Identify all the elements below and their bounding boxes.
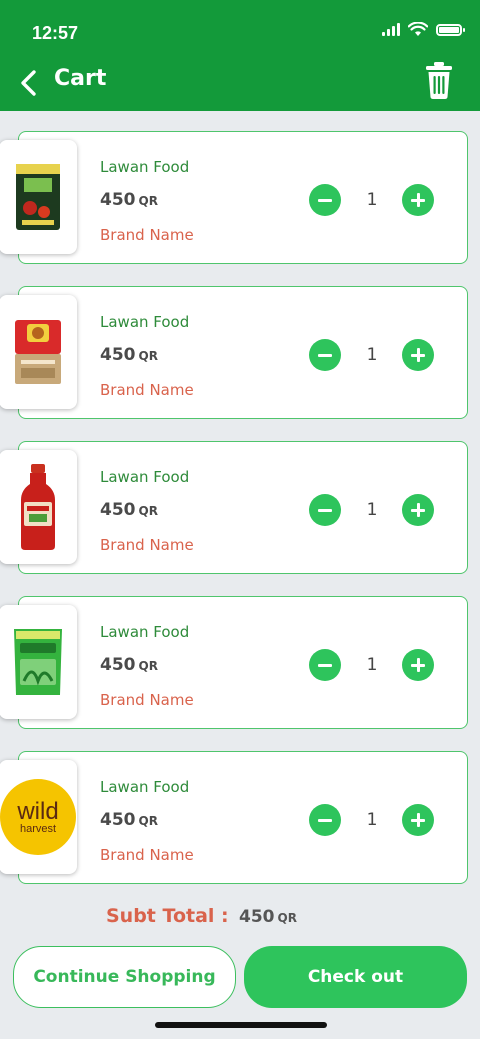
quantity-value: 1 [366,500,378,520]
quantity-value: 1 [366,345,378,365]
product-price: 450 QR [100,500,158,520]
signal-icon [382,23,400,36]
subtotal-value: 450 QR [239,907,297,927]
wifi-icon [408,22,428,36]
cart-item: Lawan Food 450 QR Brand Name 1 [0,441,468,574]
trash-icon[interactable] [424,60,454,100]
product-thumbnail[interactable] [0,605,77,719]
quantity-value: 1 [366,810,378,830]
product-name: Lawan Food [100,468,190,486]
increase-quantity-button[interactable] [402,339,434,371]
product-price: 450 QR [100,190,158,210]
decrease-quantity-button[interactable] [309,339,341,371]
decrease-quantity-button[interactable] [309,494,341,526]
back-arrow-icon[interactable] [16,68,42,98]
rice-bag-product-image [16,164,60,230]
increase-quantity-button[interactable] [402,804,434,836]
cart-item: Lawan Food 450 QR Brand Name 1 [0,131,468,264]
product-thumbnail[interactable]: wild harvest [0,760,77,874]
product-brand: Brand Name [100,226,194,244]
logo-word: harvest [19,822,57,835]
page-title: Cart [54,66,107,91]
app-header: 12:57 Cart [0,0,480,111]
subtotal-label: Subt Total : [106,905,229,927]
decrease-quantity-button[interactable] [309,649,341,681]
product-name: Lawan Food [100,778,190,796]
battery-icon [436,23,465,36]
product-name: Lawan Food [100,623,190,641]
product-brand: Brand Name [100,536,194,554]
wild-harvest-logo-image: wild harvest [0,779,76,855]
product-thumbnail[interactable] [0,140,77,254]
juice-bottle-product-image [21,464,55,550]
product-name: Lawan Food [100,158,190,176]
decrease-quantity-button[interactable] [309,184,341,216]
green-bag-product-image [14,629,62,695]
product-thumbnail[interactable] [0,450,77,564]
product-price: 450 QR [100,655,158,675]
increase-quantity-button[interactable] [402,649,434,681]
product-price: 450 QR [100,810,158,830]
product-name: Lawan Food [100,313,190,331]
cart-item: Lawan Food 450 QR Brand Name 1 [0,596,468,729]
snack-pack-product-image [15,320,61,384]
cart-item: wild harvest Lawan Food 450 QR Brand Name… [0,751,468,884]
checkout-button[interactable]: Check out [244,946,467,1008]
decrease-quantity-button[interactable] [309,804,341,836]
quantity-value: 1 [366,190,378,210]
product-price: 450 QR [100,345,158,365]
product-brand: Brand Name [100,846,194,864]
quantity-value: 1 [366,655,378,675]
status-icons [382,22,465,37]
cart-item: Lawan Food 450 QR Brand Name 1 [0,286,468,419]
product-brand: Brand Name [100,691,194,709]
home-indicator [155,1022,327,1028]
product-thumbnail[interactable] [0,295,77,409]
increase-quantity-button[interactable] [402,184,434,216]
continue-shopping-button[interactable]: Continue Shopping [13,946,236,1008]
status-time: 12:57 [32,23,79,43]
product-brand: Brand Name [100,381,194,399]
logo-word: wild [17,797,59,825]
increase-quantity-button[interactable] [402,494,434,526]
